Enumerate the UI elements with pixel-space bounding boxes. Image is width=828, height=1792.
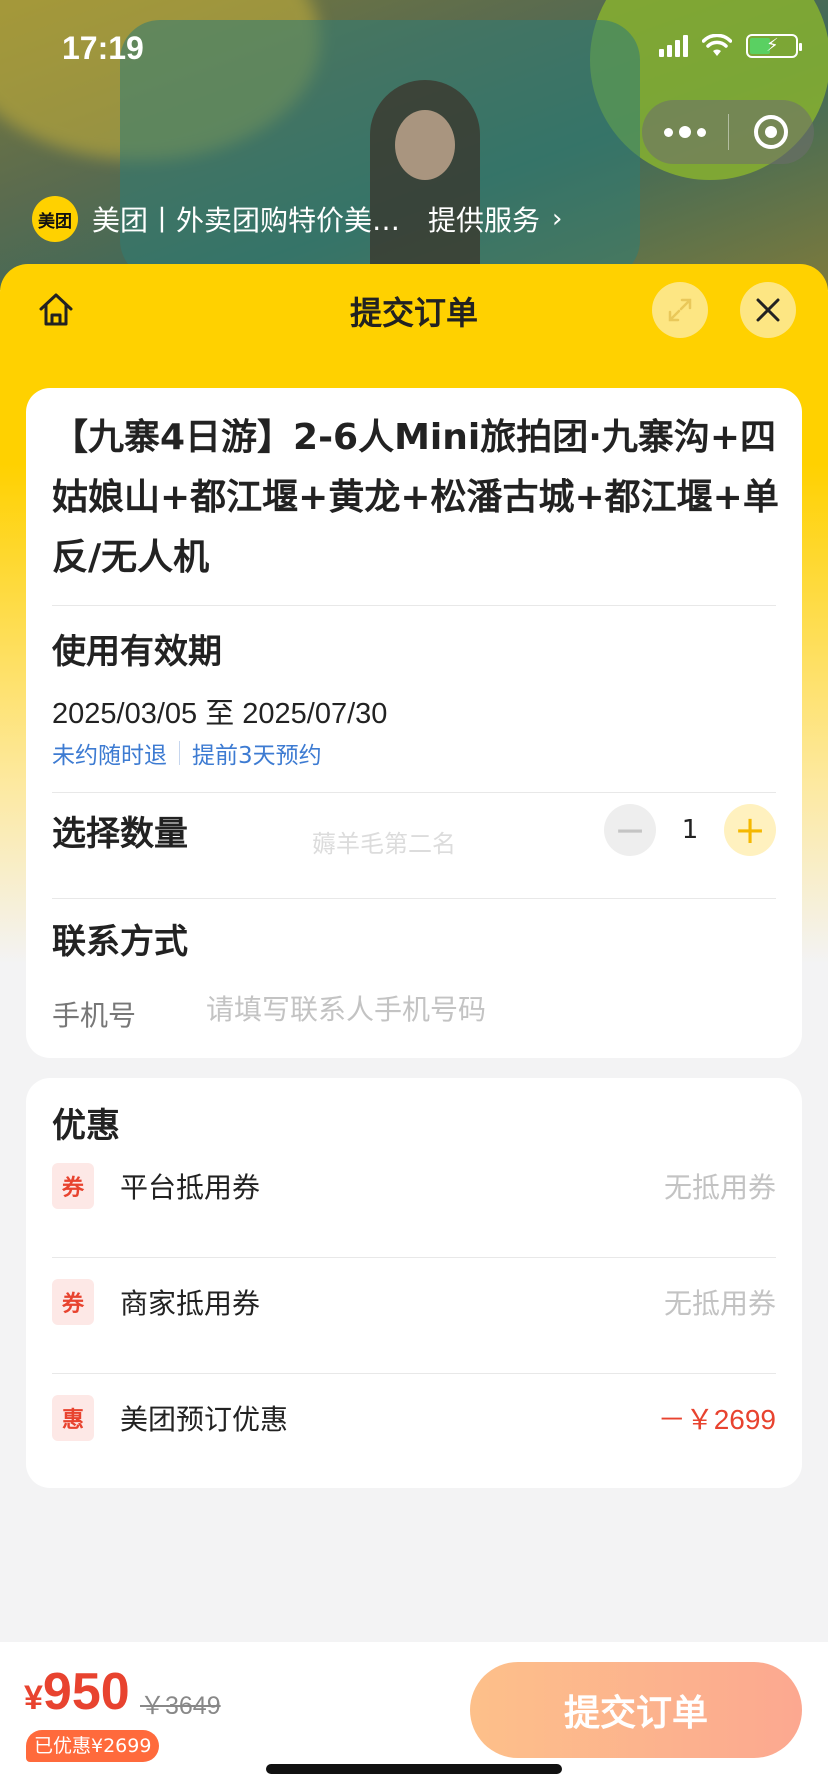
status-bar: 17:19 ⚡: [0, 0, 828, 100]
divider: [52, 1257, 776, 1258]
quantity-stepper: − 1 +: [604, 804, 776, 856]
divider: [52, 792, 776, 793]
promo-name: 商家抵用券: [120, 1287, 261, 1320]
promo-value: 无抵用券: [663, 1171, 776, 1204]
miniprogram-title: 美团丨外卖团购特价美…: [92, 204, 401, 237]
promo-name: 美团预订优惠: [120, 1403, 289, 1436]
refund-tag: 未约随时退: [52, 743, 167, 769]
expand-icon: [668, 298, 692, 322]
close-miniprogram-icon[interactable]: [729, 100, 815, 164]
coupon-badge: 券: [52, 1163, 94, 1209]
quantity-label: 选择数量: [52, 814, 188, 854]
status-icons: ⚡: [659, 34, 802, 58]
coupon-badge: 券: [52, 1279, 94, 1325]
discount-badge: 惠: [52, 1395, 94, 1441]
order-info-card: 【九寨4日游】2-6人Mini旅拍团·九寨沟+四姑娘山+都江堰+黄龙+松潘古城+…: [26, 388, 802, 1058]
sheet-header: 提交订单: [0, 264, 828, 356]
decrease-button[interactable]: −: [604, 804, 656, 856]
chevron-right-icon: ›: [552, 204, 563, 234]
increase-button[interactable]: +: [724, 804, 776, 856]
more-icon[interactable]: [642, 100, 728, 164]
product-title: 【九寨4日游】2-6人Mini旅拍团·九寨沟+四姑娘山+都江堰+黄龙+松潘古城+…: [52, 417, 779, 578]
currency-symbol: ¥: [24, 1679, 43, 1717]
home-indicator: [266, 1764, 562, 1774]
validity-range: 2025/03/05 至 2025/07/30: [52, 698, 388, 730]
quantity-value: 1: [681, 815, 699, 845]
platform-coupon-row[interactable]: 券 平台抵用券 无抵用券: [52, 1156, 776, 1216]
submit-order-button[interactable]: 提交订单: [470, 1662, 802, 1758]
original-price: ￥3649: [140, 1692, 221, 1720]
validity-tags: 未约随时退 提前3天预约: [52, 736, 322, 770]
discount-label: 优惠: [52, 1106, 120, 1146]
wifi-icon: [702, 34, 732, 56]
divider: [52, 1373, 776, 1374]
divider: [52, 605, 776, 606]
booking-discount-row: 惠 美团预订优惠 －￥2699: [52, 1388, 776, 1448]
battery-icon: ⚡: [746, 34, 802, 58]
phone-label: 手机号: [52, 999, 137, 1032]
promo-name: 平台抵用券: [120, 1171, 261, 1204]
validity-label: 使用有效期: [52, 632, 222, 672]
contact-label: 联系方式: [52, 922, 188, 962]
discount-card: 优惠 券 平台抵用券 无抵用券 券 商家抵用券 无抵用券 惠 美团预订优惠 －￥…: [26, 1078, 802, 1488]
close-icon: [756, 298, 780, 322]
capsule-menu: [642, 100, 814, 164]
phone-input[interactable]: [206, 986, 766, 1032]
promo-value: －￥2699: [657, 1404, 776, 1435]
signal-icon: [659, 35, 688, 57]
booking-tag: 提前3天预约: [192, 743, 322, 769]
status-time: 17:19: [62, 30, 144, 66]
service-provider-link[interactable]: 提供服务: [428, 199, 540, 239]
order-sheet: 提交订单 【九寨4日游】2-6人Mini旅拍团·九寨沟+四姑娘山+都江堰+黄龙+…: [0, 264, 828, 1792]
meituan-logo: 美团: [32, 196, 78, 242]
watermark-text: 薅羊毛第二名: [312, 830, 456, 858]
current-price: ¥ 950: [24, 1662, 130, 1722]
saved-badge: 已优惠¥2699: [26, 1730, 160, 1762]
close-button[interactable]: [740, 282, 796, 338]
miniprogram-bar[interactable]: 美团 美团丨外卖团购特价美… 提供服务 ›: [32, 196, 562, 242]
promo-value: 无抵用券: [663, 1287, 776, 1320]
price-value: 950: [42, 1663, 130, 1721]
expand-button[interactable]: [652, 282, 708, 338]
merchant-coupon-row[interactable]: 券 商家抵用券 无抵用券: [52, 1272, 776, 1332]
divider: [52, 898, 776, 899]
